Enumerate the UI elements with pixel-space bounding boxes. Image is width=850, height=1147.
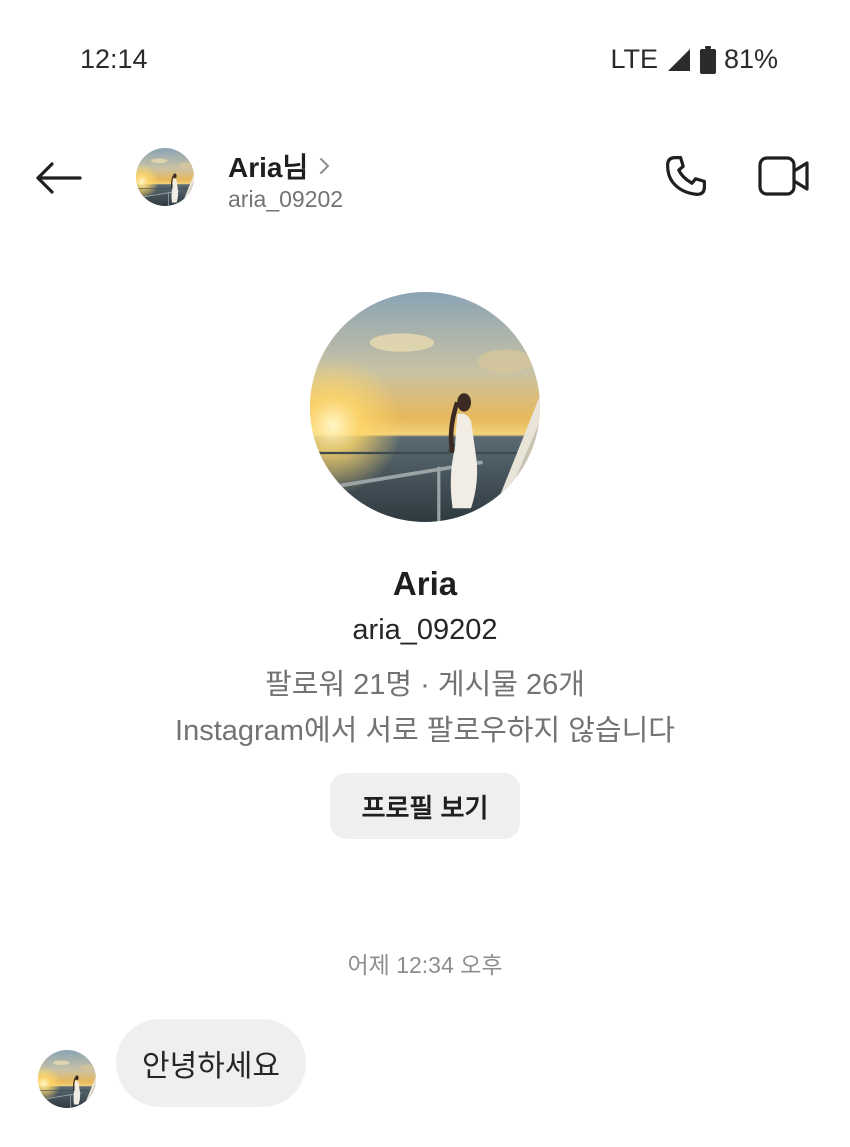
back-button[interactable] [30,152,86,208]
phone-icon [662,152,710,205]
header-profile-link[interactable]: Aria님 [228,146,332,186]
chevron-right-icon [318,155,332,177]
profile-stats: 팔로워 21명 · 게시물 26개 [265,669,585,701]
profile-avatar[interactable] [310,292,540,522]
profile-name: Aria [392,565,458,602]
status-time: 12:14 [80,44,148,74]
sender-avatar[interactable] [38,1050,96,1108]
view-profile-button[interactable]: 프로필 보기 [330,773,520,839]
header-name: Aria님 [228,152,309,183]
profile-username: aria_09202 [352,614,498,646]
voice-call-button[interactable] [658,150,714,206]
network-label: LTE [610,44,658,74]
header-avatar[interactable] [136,148,194,206]
back-arrow-icon [34,161,82,199]
message-bubble[interactable]: 안녕하세요 [116,1019,306,1107]
follow-status-note: Instagram에서 서로 팔로우하지 않습니다 [175,715,675,747]
battery-percent: 81% [723,44,778,74]
status-indicators: LTE 81% [610,44,778,75]
signal-icon [666,47,692,73]
battery-icon [699,45,716,74]
header-username: aria_09202 [228,186,344,212]
video-camera-icon [758,155,810,202]
video-call-button[interactable] [754,150,814,206]
message-timestamp: 어제 12:34 오후 [347,952,503,978]
